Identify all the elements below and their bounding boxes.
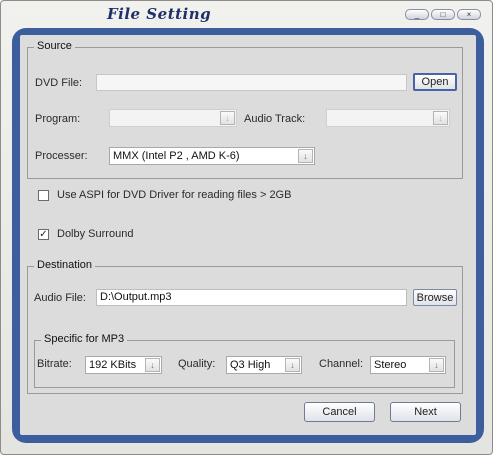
- source-legend: Source: [34, 40, 75, 52]
- program-select[interactable]: ↓: [109, 109, 237, 127]
- dropdown-arrow-icon[interactable]: ↓: [285, 358, 300, 372]
- browse-button[interactable]: Browse: [413, 289, 457, 306]
- open-button[interactable]: Open: [413, 73, 457, 91]
- dvd-file-label: DVD File:: [35, 77, 83, 89]
- channel-select[interactable]: Stereo ↓: [370, 356, 446, 374]
- quality-select[interactable]: Q3 High ↓: [226, 356, 302, 374]
- audio-file-input[interactable]: D:\Output.mp3: [96, 289, 407, 306]
- window-title: File Setting: [107, 5, 212, 23]
- channel-label: Channel:: [319, 358, 364, 370]
- file-setting-window: File Setting _ □ × Source DVD File: Open…: [0, 0, 493, 455]
- dropdown-arrow-icon[interactable]: ↓: [429, 358, 444, 372]
- dolby-checkbox[interactable]: ✓: [38, 229, 49, 240]
- program-label: Program:: [35, 113, 81, 125]
- bitrate-select[interactable]: 192 KBits ↓: [85, 356, 162, 374]
- dropdown-arrow-icon[interactable]: ↓: [298, 149, 313, 163]
- quality-value: Q3 High: [230, 359, 271, 371]
- dvd-file-input[interactable]: [96, 74, 407, 91]
- close-button[interactable]: ×: [457, 9, 481, 20]
- channel-value: Stereo: [374, 359, 407, 371]
- destination-legend: Destination: [34, 259, 96, 271]
- minimize-button[interactable]: _: [405, 9, 429, 20]
- next-button[interactable]: Next: [390, 402, 461, 422]
- processer-value: MMX (Intel P2 , AMD K-6): [113, 150, 240, 162]
- dolby-label[interactable]: Dolby Surround: [57, 228, 133, 240]
- bitrate-label: Bitrate:: [37, 358, 72, 370]
- dropdown-arrow-icon[interactable]: ↓: [220, 111, 235, 125]
- processer-label: Processer:: [35, 150, 88, 162]
- audio-track-label: Audio Track:: [244, 113, 306, 125]
- dropdown-arrow-icon[interactable]: ↓: [433, 111, 448, 125]
- bitrate-value: 192 KBits: [89, 359, 137, 371]
- audio-file-label: Audio File:: [34, 292, 86, 304]
- dropdown-arrow-icon[interactable]: ↓: [145, 358, 160, 372]
- processer-select[interactable]: MMX (Intel P2 , AMD K-6) ↓: [109, 147, 315, 165]
- aspi-checkbox[interactable]: [38, 190, 49, 201]
- cancel-button[interactable]: Cancel: [304, 402, 375, 422]
- mp3-legend: Specific for MP3: [41, 333, 128, 345]
- maximize-button[interactable]: □: [431, 9, 455, 20]
- audio-track-select[interactable]: ↓: [326, 109, 450, 127]
- aspi-label[interactable]: Use ASPI for DVD Driver for reading file…: [57, 189, 291, 201]
- quality-label: Quality:: [178, 358, 216, 370]
